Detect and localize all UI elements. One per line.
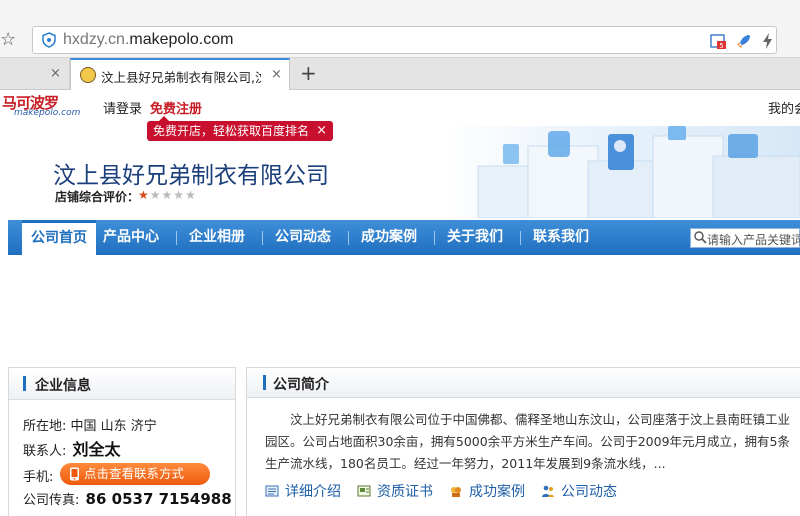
star-icon: ★: [173, 188, 186, 202]
view-contact-button[interactable]: 点击查看联系方式: [60, 463, 210, 485]
promo-text: 免费开店，轻松获取百度排名: [153, 124, 310, 138]
certificate-icon: [357, 485, 371, 497]
nav-separator: [176, 231, 177, 245]
star-icon: ★: [161, 188, 174, 202]
company-intro-panel: 公司简介 汶上好兄弟制衣有限公司位于中国佛都、儒释圣地山东汶山，公司座落于汶上县…: [246, 367, 800, 516]
svg-text:5: 5: [719, 42, 723, 50]
lightning-ext-icon[interactable]: [759, 32, 777, 50]
makepolo-logo[interactable]: 马可波罗 makepolo.com: [0, 92, 80, 118]
register-link[interactable]: 免费注册: [150, 98, 202, 117]
company-banner: 汶上县好兄弟制衣有限公司 店铺综合评价： ★★★★★: [8, 126, 800, 218]
rating-label: 店铺综合评价：: [55, 190, 140, 204]
contact-value: 刘全太: [72, 440, 121, 459]
search-icon[interactable]: [693, 230, 707, 244]
nav-separator: [348, 231, 349, 245]
browser-tab-previous[interactable]: ×: [0, 58, 70, 90]
contact-label: 联系人:: [23, 444, 67, 459]
close-tab-icon[interactable]: ×: [50, 66, 61, 81]
fax-value: 86 0537 7154988: [85, 490, 232, 508]
star-icon: ★: [149, 188, 162, 202]
rating-stars: ★★★★★: [138, 188, 197, 202]
site-top-bar: 马可波罗 makepolo.com 请登录 免费注册 我的会: [0, 90, 800, 120]
search-placeholder: 请输入产品关键词: [707, 233, 800, 247]
star-icon: ★: [138, 188, 150, 202]
nav-album[interactable]: 企业相册: [189, 220, 245, 255]
shield-icon: [42, 32, 56, 48]
phone-icon: [70, 467, 79, 481]
header-accent-bar: [263, 375, 266, 390]
url-text: hxdzy.cn.makepolo.com: [63, 31, 234, 48]
login-link[interactable]: 请登录: [103, 98, 142, 117]
header-accent-bar: [23, 376, 26, 391]
company-info-header: 企业信息: [9, 368, 235, 400]
people-icon: [542, 485, 554, 497]
browser-tab-bar: × 汶上县好兄弟制衣有限公司,汶... × +: [0, 58, 800, 90]
nav-contact[interactable]: 联系我们: [533, 220, 589, 255]
favicon-icon: [80, 67, 96, 83]
phone-label: 手机:: [23, 470, 54, 485]
nav-products[interactable]: 产品中心: [103, 220, 159, 255]
location-row: 所在地: 中国 山东 济宁: [23, 415, 157, 434]
close-icon[interactable]: ×: [316, 121, 327, 141]
fax-label: 公司传真:: [23, 493, 80, 508]
link-cases[interactable]: 成功案例: [449, 481, 525, 501]
company-intro-title: 公司简介: [273, 377, 329, 393]
company-name: 汶上县好兄弟制衣有限公司: [53, 163, 329, 189]
nav-separator: [520, 231, 521, 245]
intro-links: 详细介绍 资质证书 成功案例 公司动态: [265, 481, 795, 501]
nav-about[interactable]: 关于我们: [447, 220, 503, 255]
url-field[interactable]: hxdzy.cn.makepolo.com 5: [32, 26, 777, 54]
fax-row: 公司传真: 86 0537 7154988: [23, 489, 232, 508]
link-details[interactable]: 详细介绍: [265, 481, 341, 501]
view-contact-label: 点击查看联系方式: [84, 466, 185, 481]
nav-news[interactable]: 公司动态: [275, 220, 331, 255]
company-intro-text: 汶上好兄弟制衣有限公司位于中国佛都、儒释圣地山东汶山，公司座落于汶上县南旺镇工业…: [265, 412, 791, 471]
my-account-link[interactable]: 我的会: [768, 98, 800, 117]
tab-title: 汶上县好兄弟制衣有限公司,汶...: [101, 70, 261, 85]
nav-separator: [434, 231, 435, 245]
phone-row: 手机:: [23, 466, 53, 485]
nav-home[interactable]: 公司首页: [22, 220, 96, 255]
link-news[interactable]: 公司动态: [541, 481, 617, 501]
close-tab-icon[interactable]: ×: [271, 67, 282, 82]
link-certificates[interactable]: 资质证书: [357, 481, 433, 501]
handshake-icon: [451, 487, 461, 497]
calendar-ext-icon[interactable]: 5: [709, 32, 727, 50]
browser-address-bar: ☆ hxdzy.cn.makepolo.com 5: [0, 0, 800, 58]
document-icon: [265, 485, 279, 497]
location-label: 所在地:: [23, 419, 67, 434]
company-info-title: 企业信息: [35, 378, 91, 394]
company-info-panel: 企业信息 所在地: 中国 山东 济宁 联系人: 刘全太 手机: 点击查看联系方式…: [8, 367, 236, 516]
banner-illustration: [477, 126, 800, 218]
main-nav: 公司首页 产品中心 企业相册 公司动态 成功案例 关于我们 联系我们 请输入产品…: [8, 220, 800, 255]
promo-tooltip[interactable]: 免费开店，轻松获取百度排名 ×: [147, 116, 333, 141]
browser-tab-active[interactable]: 汶上县好兄弟制衣有限公司,汶... ×: [70, 58, 290, 90]
nav-separator: [262, 231, 263, 245]
bookmark-star-icon[interactable]: ☆: [0, 30, 20, 50]
logo-en-text: makepolo.com: [14, 108, 81, 118]
nav-cases[interactable]: 成功案例: [361, 220, 417, 255]
location-value: 中国 山东 济宁: [70, 419, 157, 434]
star-icon: ★: [185, 188, 197, 202]
rocket-ext-icon[interactable]: [735, 32, 753, 50]
product-search-input[interactable]: 请输入产品关键词: [690, 228, 800, 248]
new-tab-button[interactable]: +: [300, 61, 317, 85]
company-intro-header: 公司简介: [247, 368, 800, 398]
contact-row: 联系人: 刘全太: [23, 436, 121, 460]
